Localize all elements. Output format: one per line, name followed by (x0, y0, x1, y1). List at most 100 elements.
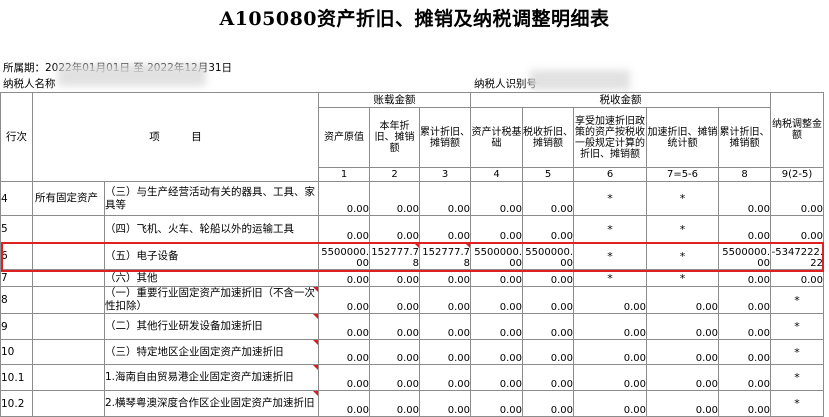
row-number: 9 (0, 313, 33, 340)
row-number: 6 (0, 242, 33, 270)
taxpayer-name-label: 纳税人名称 (3, 78, 56, 90)
tax-basis-input[interactable]: 0.00 (470, 269, 523, 287)
tax-basis-input[interactable]: 0.00 (470, 364, 523, 391)
tax-accumulated-depreciation-input[interactable]: 0.00 (718, 390, 771, 417)
accelerated-stat-cell: * (646, 269, 719, 287)
col-number-9: 9(2-5) (770, 167, 824, 182)
header-col-1: 资产原值 (318, 107, 370, 168)
accumulated-depreciation-input[interactable]: 0.00 (419, 339, 471, 365)
error-marker-icon (313, 314, 318, 319)
taxpayer-id-label: 纳税人识别号 (474, 78, 537, 90)
error-marker-icon (313, 365, 318, 370)
original-value-input[interactable]: 0.00 (318, 181, 370, 216)
tax-depreciation-input[interactable]: 0.00 (522, 286, 574, 314)
tax-accumulated-depreciation-input[interactable]: 0.00 (718, 269, 771, 287)
header-col-6: 享受加速折旧政策的资产按税收一般规定计算的折旧、摊销额 (573, 107, 647, 168)
tax-accumulated-depreciation-input[interactable]: 0.00 (718, 364, 771, 391)
category-cell (32, 269, 105, 287)
original-value-input[interactable]: 0.00 (318, 339, 370, 365)
general-rule-depreciation-input[interactable]: 0.00 (573, 313, 647, 340)
adjustment-amount-cell: * (770, 286, 824, 314)
accumulated-depreciation-input[interactable]: 0.00 (419, 286, 471, 314)
current-depreciation-input[interactable]: 0.00 (369, 390, 420, 417)
tax-basis-input[interactable]: 0.00 (470, 390, 523, 417)
accumulated-depreciation-input[interactable]: 0.00 (419, 215, 471, 243)
tax-depreciation-input[interactable]: 0.00 (522, 313, 574, 340)
taxpayer-id-redacted (530, 70, 630, 90)
error-marker-icon (313, 391, 318, 396)
tax-basis-input[interactable]: 0.00 (470, 286, 523, 314)
table-row: 9 （二）其他行业研发设备加速折旧 0.00 0.00 0.00 0.00 0.… (0, 313, 824, 340)
original-value-input[interactable]: 0.00 (318, 215, 370, 243)
current-depreciation-input[interactable]: 152777.78 (369, 242, 420, 270)
row-item-label: （五）电子设备 (104, 242, 319, 270)
original-value-input[interactable]: 0.00 (318, 269, 370, 287)
tax-basis-input[interactable]: 0.00 (470, 181, 523, 216)
adjustment-amount-cell: -5347222.22 (770, 242, 824, 270)
header-row-no: 行次 (0, 92, 33, 182)
tax-basis-input[interactable]: 0.00 (470, 215, 523, 243)
adjustment-amount-cell: * (770, 339, 824, 365)
original-value-input[interactable]: 0.00 (318, 390, 370, 417)
accumulated-depreciation-input[interactable]: 0.00 (419, 390, 471, 417)
current-depreciation-input[interactable]: 0.00 (369, 269, 420, 287)
tax-depreciation-input[interactable]: 0.00 (522, 269, 574, 287)
depreciation-table: 行次 项 目 账载金额 税收金额 纳税调整金额 资产原值 本年折旧、摊销额 累计… (0, 92, 824, 417)
original-value-input[interactable]: 0.00 (318, 364, 370, 391)
tax-accumulated-depreciation-input[interactable]: 5500000.00 (718, 242, 771, 270)
tax-depreciation-input[interactable]: 0.00 (522, 181, 574, 216)
header-tax-amount: 税收金额 (470, 92, 771, 108)
accumulated-depreciation-input[interactable]: 0.00 (419, 313, 471, 340)
category-cell (32, 313, 105, 340)
row-number: 5 (0, 215, 33, 243)
table-row: 10.2 2.横琴粤澳深度合作区企业固定资产加速折旧 0.00 0.00 0.0… (0, 390, 824, 417)
tax-accumulated-depreciation-input[interactable]: 0.00 (718, 215, 771, 243)
header-col-7: 加速折旧、摊销统计额 (646, 107, 719, 168)
current-depreciation-input[interactable]: 0.00 (369, 364, 420, 391)
tax-accumulated-depreciation-input[interactable]: 0.00 (718, 339, 771, 365)
tax-depreciation-input[interactable]: 0.00 (522, 364, 574, 391)
accelerated-stat-cell: * (646, 242, 719, 270)
col-number-3: 3 (419, 167, 471, 182)
general-rule-depreciation-input[interactable]: 0.00 (573, 339, 647, 365)
original-value-input[interactable]: 5500000.00 (318, 242, 370, 270)
tax-depreciation-input[interactable]: 0.00 (522, 215, 574, 243)
tax-basis-input[interactable]: 0.00 (470, 313, 523, 340)
category-all-fixed-assets: 所有固定资产 (32, 181, 105, 216)
accelerated-stat-cell: 0.00 (646, 390, 719, 417)
current-depreciation-input[interactable]: 0.00 (369, 286, 420, 314)
original-value-input[interactable]: 0.00 (318, 286, 370, 314)
col-number-8: 8 (718, 167, 771, 182)
row-item-label: （三）特定地区企业固定资产加速折旧 (104, 339, 319, 365)
tax-depreciation-input[interactable]: 0.00 (522, 390, 574, 417)
table-row: 7 （六）其他 0.00 0.00 0.00 0.00 0.00 * * 0.0… (0, 269, 824, 287)
tax-depreciation-input[interactable]: 0.00 (522, 339, 574, 365)
tax-depreciation-input[interactable]: 5500000.00 (522, 242, 574, 270)
current-depreciation-input[interactable]: 0.00 (369, 313, 420, 340)
header-book-amount: 账载金额 (318, 92, 471, 108)
tax-basis-input[interactable]: 5500000.00 (470, 242, 523, 270)
accumulated-depreciation-input[interactable]: 0.00 (419, 364, 471, 391)
current-depreciation-input[interactable]: 0.00 (369, 181, 420, 216)
tax-accumulated-depreciation-input[interactable]: 0.00 (718, 181, 771, 216)
accelerated-stat-cell: 0.00 (646, 339, 719, 365)
original-value-input[interactable]: 0.00 (318, 313, 370, 340)
general-rule-depreciation-input[interactable]: 0.00 (573, 390, 647, 417)
accumulated-depreciation-input[interactable]: 0.00 (419, 181, 471, 216)
current-depreciation-input[interactable]: 0.00 (369, 215, 420, 243)
general-rule-depreciation-input[interactable]: 0.00 (573, 286, 647, 314)
col-number-5: 5 (522, 167, 574, 182)
table-row: 10.1 1.海南自由贸易港企业固定资产加速折旧 0.00 0.00 0.00 … (0, 364, 824, 391)
general-rule-depreciation-input[interactable]: 0.00 (573, 364, 647, 391)
accumulated-depreciation-input[interactable]: 0.00 (419, 269, 471, 287)
tax-accumulated-depreciation-input[interactable]: 0.00 (718, 286, 771, 314)
tax-accumulated-depreciation-input[interactable]: 0.00 (718, 313, 771, 340)
table-row: 4 所有固定资产 （三）与生产经营活动有关的器具、工具、家具等 0.00 0.0… (0, 181, 824, 216)
tax-basis-input[interactable]: 0.00 (470, 339, 523, 365)
accumulated-depreciation-input[interactable]: 152777.78 (419, 242, 471, 270)
current-depreciation-input[interactable]: 0.00 (369, 339, 420, 365)
row-item-label: （三）与生产经营活动有关的器具、工具、家具等 (104, 181, 319, 216)
error-marker-icon (414, 243, 419, 248)
row-number: 8 (0, 286, 33, 314)
header-col-5: 税收折旧、摊销额 (522, 107, 574, 168)
